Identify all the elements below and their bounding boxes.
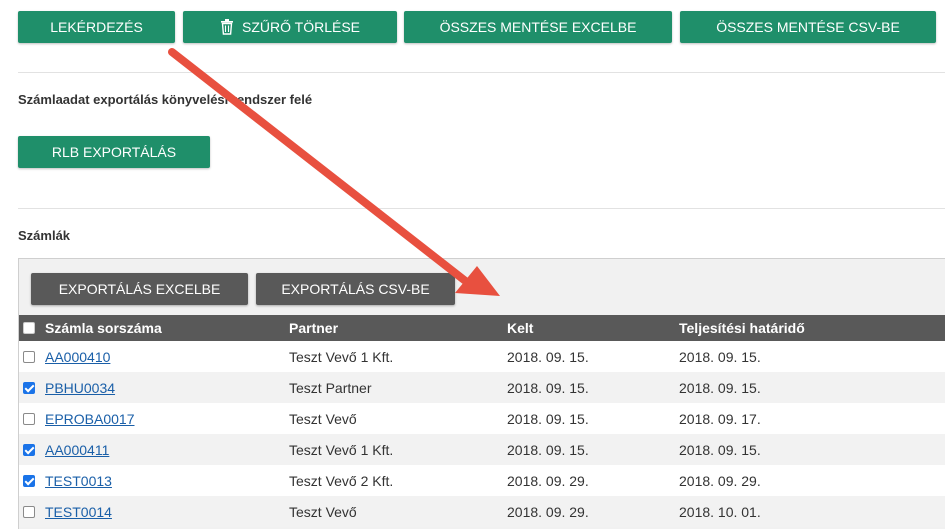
issued-date-cell: 2018. 09. 29.	[507, 472, 589, 489]
export-excel-button[interactable]: EXPORTÁLÁS EXCELBE	[31, 273, 248, 305]
column-header-due[interactable]: Teljesítési határidő	[679, 315, 805, 341]
column-header-number[interactable]: Számla sorszáma	[45, 315, 162, 341]
partner-cell-wrap: Teszt Partner	[289, 372, 371, 403]
due-date-cell: 2018. 09. 17.	[679, 410, 761, 427]
query-button[interactable]: LEKÉRDEZÉS	[18, 11, 175, 43]
divider	[18, 208, 945, 209]
invoice-number-link[interactable]: PBHU0034	[45, 380, 115, 396]
select-all-checkbox[interactable]	[23, 322, 35, 334]
partner-cell: Teszt Vevő 1 Kft.	[289, 348, 394, 365]
divider	[18, 72, 945, 73]
issued-date-cell: 2018. 09. 15.	[507, 410, 589, 427]
due-date-cell: 2018. 09. 29.	[679, 472, 761, 489]
issued-date-cell: 2018. 09. 29.	[507, 503, 589, 520]
invoice-number-link[interactable]: AA000410	[45, 349, 110, 365]
due-date-cell-wrap: 2018. 09. 15.	[679, 434, 761, 465]
table-row[interactable]: AA000411 Teszt Vevő 1 Kft. 2018. 09. 15. 20…	[19, 434, 945, 465]
export-section-title: Számlaadat exportálás könyvelési rendsze…	[18, 92, 313, 107]
table-header: Számla sorszáma Partner Kelt Teljesítési…	[19, 315, 945, 341]
save-all-csv-button[interactable]: ÖSSZES MENTÉSE CSV-BE	[680, 11, 936, 43]
invoice-number-wrap: EPROBA0017	[45, 403, 135, 434]
invoice-number-link[interactable]: TEST0013	[45, 473, 112, 489]
clear-filter-button[interactable]: SZŰRŐ TÖRLÉSE	[183, 11, 397, 43]
issued-date-cell-wrap: 2018. 09. 29.	[507, 465, 589, 496]
issued-date-cell: 2018. 09. 15.	[507, 348, 589, 365]
invoices-section-title: Számlák	[18, 228, 71, 243]
rlb-export-button[interactable]: RLB EXPORTÁLÁS	[18, 136, 210, 168]
invoice-number-wrap: TEST0014	[45, 496, 112, 527]
partner-cell: Teszt Vevő 2 Kft.	[289, 472, 394, 489]
due-date-cell: 2018. 09. 15.	[679, 441, 761, 458]
partner-cell: Teszt Vevő	[289, 410, 357, 427]
partner-cell-wrap: Teszt Vevő	[289, 496, 357, 527]
invoice-number-wrap: PBHU0034	[45, 372, 115, 403]
partner-cell: Teszt Vevő	[289, 503, 357, 520]
issued-date-cell-wrap: 2018. 09. 29.	[507, 496, 589, 527]
table-row[interactable]: PBHU0034 Teszt Partner 2018. 09. 15. 2018. …	[19, 372, 945, 403]
clear-filter-label: SZŰRŐ TÖRLÉSE	[242, 19, 360, 35]
row-checkbox[interactable]	[23, 443, 35, 456]
issued-date-cell: 2018. 09. 15.	[507, 441, 589, 458]
invoice-number-wrap: AA000411	[45, 434, 109, 465]
due-date-cell: 2018. 10. 01.	[679, 503, 761, 520]
invoice-number-link[interactable]: EPROBA0017	[45, 411, 135, 427]
partner-cell-wrap: Teszt Vevő 1 Kft.	[289, 434, 393, 465]
due-date-cell-wrap: 2018. 09. 15.	[679, 341, 761, 372]
save-all-excel-button[interactable]: ÖSSZES MENTÉSE EXCELBE	[404, 11, 672, 43]
due-date-cell: 2018. 09. 15.	[679, 379, 761, 396]
row-checkbox[interactable]	[23, 412, 35, 425]
row-checkbox[interactable]	[23, 505, 35, 518]
invoice-number-link[interactable]: AA000411	[45, 442, 109, 458]
table-row[interactable]: AA000410 Teszt Vevő 1 Kft. 2018. 09. 15. 20…	[19, 341, 945, 372]
partner-cell-wrap: Teszt Vevő	[289, 403, 357, 434]
issued-date-cell: 2018. 09. 15.	[507, 379, 589, 396]
partner-cell: Teszt Vevő 1 Kft.	[289, 441, 394, 458]
due-date-cell-wrap: 2018. 09. 15.	[679, 372, 761, 403]
due-date-cell-wrap: 2018. 09. 17.	[679, 403, 761, 434]
partner-cell-wrap: Teszt Vevő 2 Kft.	[289, 465, 393, 496]
table-row[interactable]: EPROBA0017 Teszt Vevő 2018. 09. 15. 2018. 0…	[19, 403, 945, 434]
table-row[interactable]: TEST0013 Teszt Vevő 2 Kft. 2018. 09. 29. 20…	[19, 465, 945, 496]
export-csv-button[interactable]: EXPORTÁLÁS CSV-BE	[256, 273, 455, 305]
column-header-partner[interactable]: Partner	[289, 315, 338, 341]
table-row[interactable]: TEST0014 Teszt Vevő 2018. 09. 29. 2018. 10.…	[19, 496, 945, 527]
due-date-cell: 2018. 09. 15.	[679, 348, 761, 365]
issued-date-cell-wrap: 2018. 09. 15.	[507, 341, 589, 372]
row-checkbox[interactable]	[23, 381, 35, 394]
row-checkbox[interactable]	[23, 350, 35, 363]
issued-date-cell-wrap: 2018. 09. 15.	[507, 372, 589, 403]
trash-icon	[221, 19, 233, 35]
due-date-cell-wrap: 2018. 09. 29.	[679, 465, 761, 496]
invoice-number-link[interactable]: TEST0014	[45, 504, 112, 520]
row-checkbox[interactable]	[23, 474, 35, 487]
invoice-number-wrap: AA000410	[45, 341, 110, 372]
partner-cell: Teszt Partner	[289, 379, 372, 396]
issued-date-cell-wrap: 2018. 09. 15.	[507, 403, 589, 434]
invoices-table: EXPORTÁLÁS EXCELBE EXPORTÁLÁS CSV-BE Szá…	[18, 258, 945, 529]
invoice-number-wrap: TEST0013	[45, 465, 112, 496]
partner-cell-wrap: Teszt Vevő 1 Kft.	[289, 341, 393, 372]
due-date-cell-wrap: 2018. 10. 01.	[679, 496, 761, 527]
issued-date-cell-wrap: 2018. 09. 15.	[507, 434, 589, 465]
column-header-issued[interactable]: Kelt	[507, 315, 533, 341]
